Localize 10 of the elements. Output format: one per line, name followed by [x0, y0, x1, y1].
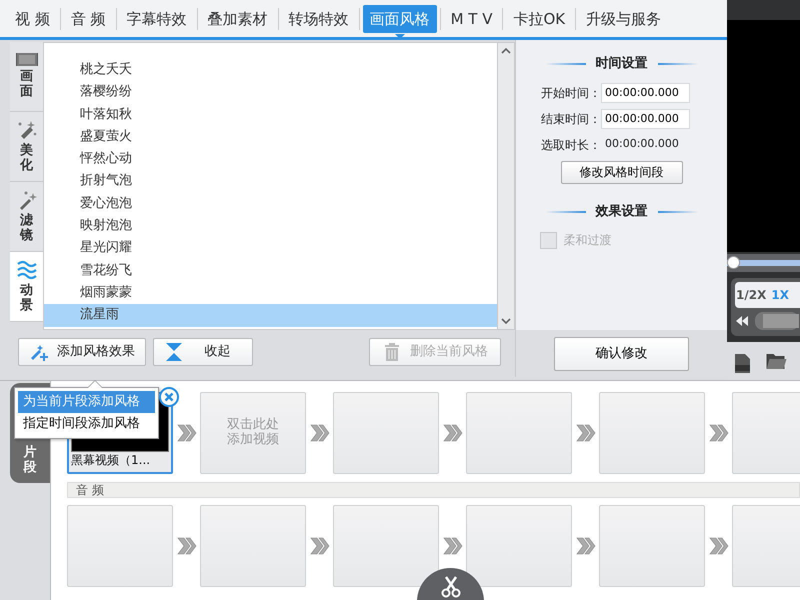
slot-hint: 双击此处 添加视频: [227, 418, 279, 448]
section-title: 效果设置: [596, 202, 648, 221]
field-label: 选取时长：: [541, 136, 601, 154]
checkbox-label: 柔和过渡: [564, 232, 612, 250]
field-label: 结束时间：: [541, 110, 601, 128]
clip-caption: 黑幕视频（1...: [71, 452, 152, 468]
field-label: 开始时间：: [541, 84, 601, 102]
section-title: 时间设置: [596, 55, 648, 73]
audio-track-label: 音 频: [67, 482, 800, 498]
duration-value: 00:00:00.000: [604, 136, 679, 152]
